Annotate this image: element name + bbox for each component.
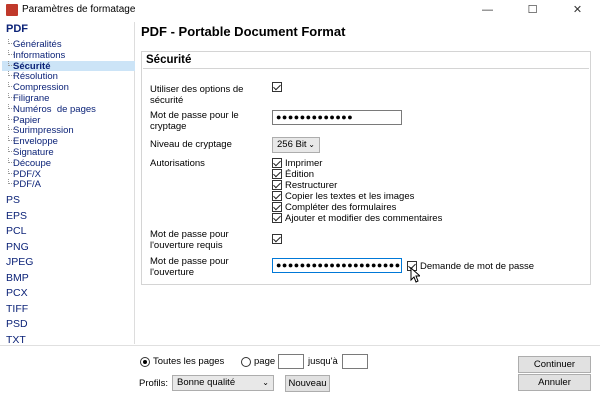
permission-label: Imprimer xyxy=(285,158,323,169)
tree-item-label: Signature xyxy=(13,147,54,158)
tree-item-pdf-x[interactable]: PDF/X xyxy=(2,168,135,180)
cancel-button[interactable]: Annuler xyxy=(518,374,591,391)
tree-item-label: Généralités xyxy=(13,39,62,50)
security-panel: Sécurité Utiliser des options de sécurit… xyxy=(141,51,591,285)
divider xyxy=(143,68,589,69)
to-label: jusqu'à xyxy=(308,356,338,367)
permission-checkbox[interactable] xyxy=(272,191,282,201)
page-title: PDF - Portable Document Format xyxy=(141,24,346,39)
tree-item-jpeg[interactable]: JPEG xyxy=(6,256,33,268)
permission-label: Compléter des formulaires xyxy=(285,202,397,213)
format-tree: PDF Généralités Informations Sécurité Résol… xyxy=(2,22,135,346)
page-label: page xyxy=(254,356,276,367)
page-from-input[interactable] xyxy=(278,354,304,369)
tree-item-surimpression[interactable]: Surimpression xyxy=(2,125,135,137)
bottom-bar: Toutes les pages page jusqu'à Profils: B… xyxy=(0,345,600,402)
permission-label: Ajouter et modifier des commentaires xyxy=(285,213,443,224)
tree-item-label: Découpe xyxy=(13,157,52,169)
tree-item-label: PDF/A xyxy=(13,179,41,191)
minimize-button[interactable]: — xyxy=(465,0,510,20)
permission-label: Édition xyxy=(285,169,315,180)
tree-item-label: Enveloppe xyxy=(13,136,58,148)
page-range-radio[interactable] xyxy=(241,357,251,367)
tree-item-bmp[interactable]: BMP xyxy=(6,272,29,284)
tree-item-d-coupe[interactable]: Découpe xyxy=(2,157,135,169)
open-password-required-label: Mot de passe pour l'ouverture requis xyxy=(150,229,229,251)
tree-item-filigrane[interactable]: Filigrane xyxy=(2,93,135,104)
profile-select[interactable]: Bonne qualité ⌄ xyxy=(172,375,274,391)
tree-item-label: PDF/X xyxy=(13,168,41,180)
permission-checkbox[interactable] xyxy=(272,213,282,223)
tree-item-label: Informations xyxy=(13,49,66,61)
profile-value: Bonne qualité xyxy=(177,377,236,388)
tree-item-eps[interactable]: EPS xyxy=(6,210,27,222)
encryption-level-value: 256 Bit xyxy=(277,139,307,150)
close-button[interactable]: ✕ xyxy=(555,0,600,20)
owner-password-field[interactable]: ●●●●●●●●●●●●● xyxy=(272,110,402,125)
tree-item-s-curit-[interactable]: Sécurité xyxy=(2,60,135,72)
tree-item-signature[interactable]: Signature xyxy=(2,147,135,158)
tree-item-enveloppe[interactable]: Enveloppe xyxy=(2,136,135,148)
use-security-label: Utiliser des options de sécurité xyxy=(150,84,244,106)
tree-item-r-solution[interactable]: Résolution xyxy=(2,71,135,83)
tree-item-pcl[interactable]: PCL xyxy=(6,225,26,237)
section-title: Sécurité xyxy=(146,54,192,66)
tree-item-png[interactable]: PNG xyxy=(6,241,29,253)
app-icon xyxy=(6,4,18,16)
tree-item-label: Papier xyxy=(13,114,41,126)
mouse-cursor-icon xyxy=(410,267,420,283)
open-password-required-checkbox[interactable] xyxy=(272,234,282,244)
chevron-down-icon: ⌄ xyxy=(308,140,315,149)
tree-item-label: Surimpression xyxy=(13,125,74,137)
encryption-level-select[interactable]: 256 Bit ⌄ xyxy=(272,137,320,153)
permission-checkbox[interactable] xyxy=(272,180,282,190)
tree-item-g-n-ralit-s[interactable]: Généralités xyxy=(2,39,135,50)
tree-item-informations[interactable]: Informations xyxy=(2,49,135,61)
tree-item-label: Filigrane xyxy=(13,93,50,104)
tree-item-ps[interactable]: PS xyxy=(6,194,20,206)
tree-item-label: Résolution xyxy=(13,71,58,83)
tree-item-label: Compression xyxy=(13,82,69,94)
tree-item-compression[interactable]: Compression xyxy=(2,82,135,94)
new-profile-button[interactable]: Nouveau xyxy=(285,375,330,392)
page-to-input[interactable] xyxy=(342,354,368,369)
encryption-level-label: Niveau de cryptage xyxy=(150,139,232,150)
tree-item-tiff[interactable]: TIFF xyxy=(6,303,28,315)
permission-label: Restructurer xyxy=(285,180,338,191)
profiles-label: Profils: xyxy=(139,378,169,389)
continue-button[interactable]: Continuer xyxy=(518,356,591,373)
open-password-field[interactable]: ●●●●●●●●●●●●●●●●●●●●●● xyxy=(272,258,402,273)
use-security-checkbox[interactable] xyxy=(272,82,282,92)
maximize-button[interactable]: ☐ xyxy=(510,0,555,20)
tree-item-label: Sécurité xyxy=(13,60,51,72)
tree-item-num-ros-de-pages[interactable]: Numéros de pages xyxy=(2,103,135,115)
permission-checkbox[interactable] xyxy=(272,202,282,212)
all-pages-radio[interactable] xyxy=(140,357,150,367)
tree-item-txt[interactable]: TXT xyxy=(6,334,26,346)
tree-item-pcx[interactable]: PCX xyxy=(6,287,28,299)
chevron-down-icon: ⌄ xyxy=(262,378,269,387)
tree-item-papier[interactable]: Papier xyxy=(2,114,135,126)
all-pages-label: Toutes les pages xyxy=(153,356,225,367)
tree-item-pdf-a[interactable]: PDF/A xyxy=(2,179,135,191)
permission-checkbox[interactable] xyxy=(272,158,282,168)
window-title: Paramètres de formatage xyxy=(22,4,136,15)
open-password-label: Mot de passe pour l'ouverture xyxy=(150,256,229,278)
permission-checkbox[interactable] xyxy=(272,169,282,179)
owner-password-label: Mot de passe pour le cryptage xyxy=(150,110,239,132)
tree-item-psd[interactable]: PSD xyxy=(6,318,28,330)
permissions-label: Autorisations xyxy=(150,158,205,169)
title-bar: Paramètres de formatage — ☐ ✕ xyxy=(0,0,600,20)
permission-label: Copier les textes et les images xyxy=(285,191,415,202)
tree-item-label: Numéros de pages xyxy=(13,103,96,115)
tree-item-pdf[interactable]: PDF xyxy=(6,23,28,35)
ask-password-label: Demande de mot de passe xyxy=(420,261,535,272)
